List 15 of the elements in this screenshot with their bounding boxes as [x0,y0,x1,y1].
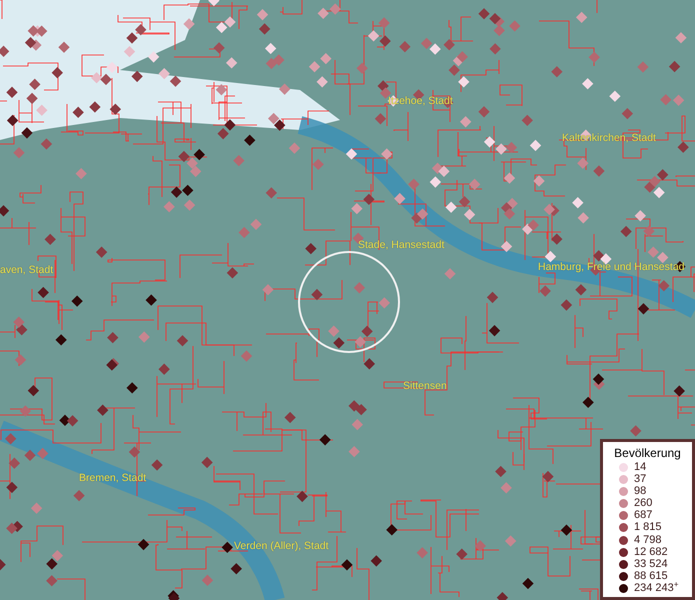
legend-title: Bevölkerung [613,446,682,461]
legend-label: 37 [634,474,646,485]
legend-label: 98 [634,486,646,497]
legend-label: 12 682 [634,546,668,558]
place-label: Verden (Aller), Stadt [234,541,329,552]
legend-label: 88 615 [634,571,668,582]
place-label: aven, Stadt [0,265,54,276]
legend-label: 14 [634,462,646,473]
legend-label: 260 [634,498,652,510]
legend-label: 234 243$^{+}$ [634,583,679,594]
place-label: Sittensen [403,381,447,392]
legend-label: 687 [634,510,652,522]
legend-label: 4 798 [634,534,662,546]
legend-label: 33 524 [634,559,668,570]
legend-label: 1 815 [634,522,662,534]
